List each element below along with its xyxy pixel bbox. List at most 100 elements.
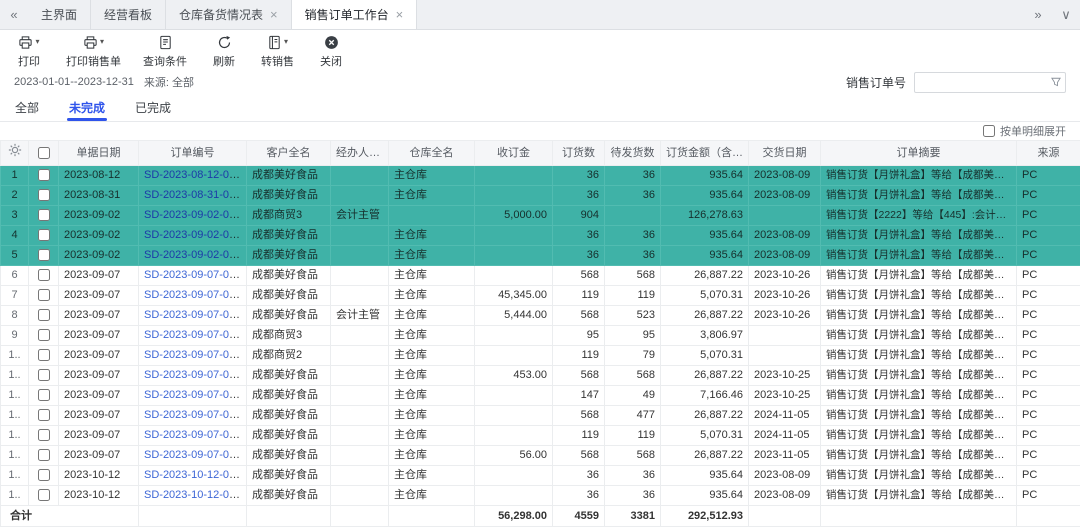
- order-number-link[interactable]: SD-2023-09-07-00011: [144, 289, 247, 301]
- tab-warehouse-stock-report[interactable]: 仓库备货情况表 ×: [166, 0, 292, 29]
- table-row[interactable]: 9 2023-09-07 SD-2023-09-07-00013 成都商贸3 主…: [1, 326, 1080, 346]
- row-checkbox[interactable]: [38, 409, 50, 421]
- row-checkbox[interactable]: [38, 169, 50, 181]
- close-button[interactable]: 关闭: [316, 35, 346, 69]
- order-number-link[interactable]: SD-2023-09-02-00023: [144, 229, 247, 241]
- row-checkbox-cell[interactable]: [29, 366, 59, 386]
- tab-scroll-left-icon[interactable]: «: [0, 0, 28, 29]
- row-checkbox[interactable]: [38, 249, 50, 261]
- order-number-link[interactable]: SD-2023-08-12-00022: [144, 169, 247, 181]
- print-button[interactable]: ▾ 打印: [14, 35, 44, 69]
- tab-scroll-right-icon[interactable]: »: [1024, 0, 1052, 29]
- col-header-summary[interactable]: 订单摘要: [821, 141, 1017, 166]
- status-tab-completed[interactable]: 已完成: [135, 94, 171, 121]
- col-header-delivery-date[interactable]: 交货日期: [749, 141, 821, 166]
- table-row[interactable]: 2 2023-08-31 SD-2023-08-31-00003 成都美好食品 …: [1, 186, 1080, 206]
- table-row[interactable]: 4 2023-09-02 SD-2023-09-02-00023 成都美好食品 …: [1, 226, 1080, 246]
- order-number-link[interactable]: SD-2023-09-07-00018: [144, 429, 247, 441]
- order-number-link[interactable]: SD-2023-09-07-00013: [144, 329, 247, 341]
- order-number-link[interactable]: SD-2023-09-07-00016: [144, 389, 247, 401]
- col-header-deposit[interactable]: 收订金: [475, 141, 553, 166]
- column-settings-button[interactable]: [1, 141, 29, 166]
- row-checkbox[interactable]: [38, 349, 50, 361]
- col-header-doc-date[interactable]: 单据日期: [59, 141, 139, 166]
- row-checkbox[interactable]: [38, 269, 50, 281]
- row-checkbox-cell[interactable]: [29, 446, 59, 466]
- caret-down-icon[interactable]: ▾: [284, 35, 288, 49]
- table-row[interactable]: 1.. 2023-09-07 SD-2023-09-07-00017 成都美好食…: [1, 406, 1080, 426]
- tab-main[interactable]: 主界面: [28, 0, 91, 29]
- row-checkbox[interactable]: [38, 209, 50, 221]
- tab-dashboard[interactable]: 经营看板: [91, 0, 166, 29]
- table-row[interactable]: 3 2023-09-02 SD-2023-09-02-00004 成都商贸3 会…: [1, 206, 1080, 226]
- order-number-link[interactable]: SD-2023-09-02-00004: [144, 209, 247, 221]
- print-sales-order-button[interactable]: ▾ 打印销售单: [66, 35, 121, 69]
- row-checkbox-cell[interactable]: [29, 346, 59, 366]
- row-checkbox[interactable]: [38, 389, 50, 401]
- order-number-link[interactable]: SD-2023-09-07-00015: [144, 369, 247, 381]
- col-header-handler[interactable]: 经办人全名: [331, 141, 389, 166]
- order-number-link[interactable]: SD-2023-09-07-00014: [144, 349, 247, 361]
- row-checkbox[interactable]: [38, 489, 50, 501]
- select-all-checkbox[interactable]: [38, 147, 50, 159]
- row-checkbox-cell[interactable]: [29, 286, 59, 306]
- row-checkbox-cell[interactable]: [29, 406, 59, 426]
- table-row[interactable]: 1.. 2023-10-12 SD-2023-10-12-00020 成都美好食…: [1, 466, 1080, 486]
- order-number-link[interactable]: SD-2023-09-07-00010: [144, 269, 247, 281]
- convert-to-sales-button[interactable]: ▾ 转销售: [261, 35, 294, 69]
- order-number-link[interactable]: SD-2023-09-02-00024: [144, 249, 247, 261]
- row-checkbox-cell[interactable]: [29, 246, 59, 266]
- row-checkbox-cell[interactable]: [29, 266, 59, 286]
- caret-down-icon[interactable]: ▾: [100, 35, 104, 49]
- table-row[interactable]: 1 2023-08-12 SD-2023-08-12-00022 成都美好食品 …: [1, 166, 1080, 186]
- tab-list-dropdown-icon[interactable]: ∨: [1052, 0, 1080, 29]
- row-checkbox[interactable]: [38, 189, 50, 201]
- row-checkbox[interactable]: [38, 309, 50, 321]
- row-checkbox[interactable]: [38, 289, 50, 301]
- table-row[interactable]: 1.. 2023-09-07 SD-2023-09-07-00015 成都美好食…: [1, 366, 1080, 386]
- col-header-source[interactable]: 来源: [1017, 141, 1080, 166]
- tab-sales-order-workbench[interactable]: 销售订单工作台 ×: [292, 0, 418, 29]
- order-number-link[interactable]: SD-2023-09-07-00017: [144, 409, 247, 421]
- table-row[interactable]: 7 2023-09-07 SD-2023-09-07-00011 成都美好食品 …: [1, 286, 1080, 306]
- refresh-button[interactable]: 刷新: [209, 35, 239, 69]
- row-checkbox-cell[interactable]: [29, 166, 59, 186]
- order-number-link[interactable]: SD-2023-10-12-00021: [144, 489, 247, 501]
- table-row[interactable]: 1.. 2023-09-07 SD-2023-09-07-00018 成都美好食…: [1, 426, 1080, 446]
- table-row[interactable]: 5 2023-09-02 SD-2023-09-02-00024 成都美好食品 …: [1, 246, 1080, 266]
- row-checkbox-cell[interactable]: [29, 386, 59, 406]
- order-number-link[interactable]: SD-2023-09-07-00012: [144, 309, 247, 321]
- table-row[interactable]: 1.. 2023-09-07 SD-2023-09-07-00019 成都美好食…: [1, 446, 1080, 466]
- row-checkbox-cell[interactable]: [29, 486, 59, 506]
- filter-funnel-icon[interactable]: [1050, 76, 1062, 91]
- row-checkbox-cell[interactable]: [29, 186, 59, 206]
- order-no-input[interactable]: [914, 72, 1066, 93]
- row-checkbox-cell[interactable]: [29, 306, 59, 326]
- row-checkbox-cell[interactable]: [29, 206, 59, 226]
- row-checkbox-cell[interactable]: [29, 326, 59, 346]
- row-checkbox[interactable]: [38, 229, 50, 241]
- col-header-qty[interactable]: 订货数: [553, 141, 605, 166]
- row-checkbox[interactable]: [38, 429, 50, 441]
- col-header-pending-qty[interactable]: 待发货数: [605, 141, 661, 166]
- col-header-customer[interactable]: 客户全名: [247, 141, 331, 166]
- col-header-amount[interactable]: 订货金额（含税）: [661, 141, 749, 166]
- order-number-link[interactable]: SD-2023-10-12-00020: [144, 469, 247, 481]
- close-tab-icon[interactable]: ×: [270, 8, 278, 21]
- row-checkbox[interactable]: [38, 329, 50, 341]
- table-row[interactable]: 1.. 2023-09-07 SD-2023-09-07-00016 成都美好食…: [1, 386, 1080, 406]
- table-row[interactable]: 8 2023-09-07 SD-2023-09-07-00012 成都美好食品 …: [1, 306, 1080, 326]
- row-checkbox[interactable]: [38, 369, 50, 381]
- expand-by-detail-checkbox[interactable]: [983, 125, 995, 137]
- query-conditions-button[interactable]: 查询条件: [143, 35, 187, 69]
- table-row[interactable]: 1.. 2023-10-12 SD-2023-10-12-00021 成都美好食…: [1, 486, 1080, 506]
- col-header-warehouse[interactable]: 仓库全名: [389, 141, 475, 166]
- row-checkbox-cell[interactable]: [29, 426, 59, 446]
- row-checkbox[interactable]: [38, 449, 50, 461]
- row-checkbox-cell[interactable]: [29, 226, 59, 246]
- status-tab-all[interactable]: 全部: [15, 94, 39, 121]
- select-all-cell[interactable]: [29, 141, 59, 166]
- row-checkbox-cell[interactable]: [29, 466, 59, 486]
- caret-down-icon[interactable]: ▾: [35, 35, 39, 49]
- order-number-link[interactable]: SD-2023-09-07-00019: [144, 449, 247, 461]
